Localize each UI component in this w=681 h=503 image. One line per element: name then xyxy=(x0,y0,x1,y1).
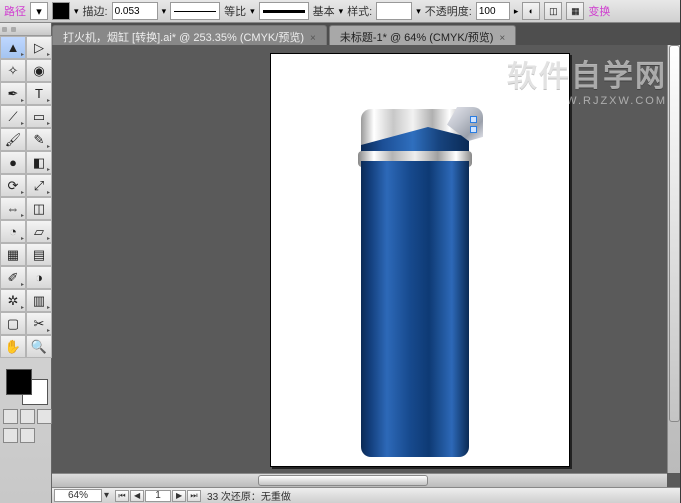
dropdown-icon: ▾ xyxy=(36,5,42,18)
fill-color[interactable] xyxy=(6,369,32,395)
eraser-tool[interactable]: ◧▸ xyxy=(26,151,52,174)
selection-tool[interactable]: ▲▸ xyxy=(0,36,26,59)
mesh-tool[interactable]: ▦ xyxy=(0,243,26,266)
align-button[interactable]: ◫ xyxy=(544,2,562,20)
line-tool[interactable]: ⟋▸ xyxy=(0,105,26,128)
opacity-label: 不透明度: xyxy=(425,3,472,19)
dropdown-icon[interactable]: ▾ xyxy=(162,6,167,17)
document-tab-active[interactable]: 未标题-1* @ 64% (CMYK/预览) × xyxy=(329,25,516,45)
lasso-tool[interactable]: ◉ xyxy=(26,59,52,82)
selection-handles[interactable] xyxy=(470,116,480,126)
blend-tool[interactable]: ◑ xyxy=(26,266,52,289)
paintbrush-tool[interactable]: 🖌 xyxy=(0,128,26,151)
draw-normal[interactable] xyxy=(3,409,18,424)
canvas-area: 软件自学网 WWW.RJZXW.COM xyxy=(52,45,681,487)
history-status: 33 次还原：无重做 xyxy=(207,488,291,503)
document-tab[interactable]: 打火机，烟缸 [转换].ai* @ 253.35% (CMYK/预览) × xyxy=(52,25,327,45)
zoom-tool[interactable]: 🔍 xyxy=(26,335,52,358)
symbol-sprayer-tool[interactable]: ✲▸ xyxy=(0,289,26,312)
status-bar: 64% ▾ ⏮ ◀ 1 ▶ ⏭ 33 次还原：无重做 xyxy=(52,487,681,503)
stroke-weight-input[interactable] xyxy=(112,2,158,20)
eyedropper-tool[interactable]: ✐▸ xyxy=(0,266,26,289)
style-swatch[interactable] xyxy=(376,2,412,20)
shape-builder-tool[interactable]: ◔▸ xyxy=(0,220,26,243)
rectangle-tool[interactable]: ▭▸ xyxy=(26,105,52,128)
dropdown-icon[interactable]: ▾ xyxy=(250,6,255,17)
pen-tool[interactable]: ✒▸ xyxy=(0,82,26,105)
stroke-cap-preview[interactable] xyxy=(170,2,220,20)
path-label: 路径 xyxy=(4,3,26,19)
tools-panel-grip[interactable] xyxy=(0,23,51,36)
hand-tool[interactable]: ✋ xyxy=(0,335,26,358)
draw-inside[interactable] xyxy=(37,409,52,424)
screen-mode-button[interactable] xyxy=(3,428,18,443)
basic-label[interactable]: 基本 xyxy=(313,3,335,19)
screen-modes xyxy=(3,428,51,443)
fill-swatch[interactable]: ▾ xyxy=(30,2,48,20)
stroke-swatch[interactable] xyxy=(52,2,70,20)
style-label: 样式: xyxy=(347,3,372,19)
close-icon[interactable]: × xyxy=(499,33,505,44)
magic-wand-tool[interactable]: ✧ xyxy=(0,59,26,82)
stroke-label: 描边: xyxy=(83,3,108,19)
scrollbar-thumb[interactable] xyxy=(258,475,428,486)
pencil-tool[interactable]: ✎▸ xyxy=(26,128,52,151)
width-tool[interactable]: ⇔▸ xyxy=(0,197,26,220)
brush-preview[interactable] xyxy=(259,2,309,20)
document-tabs: 打火机，烟缸 [转换].ai* @ 253.35% (CMYK/预览) × 未标题… xyxy=(0,23,681,45)
direct-selection-tool[interactable]: ▷▸ xyxy=(26,36,52,59)
dropdown-icon[interactable]: ▾ xyxy=(416,6,421,17)
close-icon[interactable]: × xyxy=(310,33,316,44)
dropdown-icon[interactable]: ▾ xyxy=(104,490,109,501)
graph-tool[interactable]: ▥▸ xyxy=(26,289,52,312)
artboard-tool[interactable]: ▢ xyxy=(0,312,26,335)
nav-next-icon[interactable]: ▶ xyxy=(172,490,186,502)
opacity-input[interactable] xyxy=(476,2,510,20)
artboard-number[interactable]: 1 xyxy=(145,490,171,502)
tab-title: 未标题-1* @ 64% (CMYK/预览) xyxy=(340,32,494,44)
gradient-tool[interactable]: ▤ xyxy=(26,243,52,266)
fill-stroke-well[interactable] xyxy=(4,367,48,405)
tools-panel: ▲▸ ▷▸ ✧ ◉ ✒▸ T▸ ⟋▸ ▭▸ 🖌 ✎▸ ● ◧▸ ⟳▸ ⤢▸ ⇔▸… xyxy=(0,23,52,503)
slice-tool[interactable]: ✂▸ xyxy=(26,312,52,335)
free-transform-tool[interactable]: ◫ xyxy=(26,197,52,220)
control-bar: 路径 ▾ ▾ 描边: ▾ 等比 ▾ 基本 ▾ 样式: ▾ 不透明度: ▸ ◐ ◫… xyxy=(0,0,681,23)
scrollbar-horizontal[interactable] xyxy=(52,473,667,487)
zoom-level[interactable]: 64% xyxy=(54,489,102,502)
transform-label[interactable]: 变换 xyxy=(588,3,610,19)
type-tool[interactable]: T▸ xyxy=(26,82,52,105)
tab-title: 打火机，烟缸 [转换].ai* @ 253.35% (CMYK/预览) xyxy=(63,32,304,44)
screen-mode-button[interactable] xyxy=(20,428,35,443)
lighter-artwork[interactable] xyxy=(361,109,479,469)
rotate-tool[interactable]: ⟳▸ xyxy=(0,174,26,197)
perspective-tool[interactable]: ▱▸ xyxy=(26,220,52,243)
nav-prev-icon[interactable]: ◀ xyxy=(130,490,144,502)
draw-behind[interactable] xyxy=(20,409,35,424)
artboard-nav: ⏮ ◀ 1 ▶ ⏭ xyxy=(115,490,201,502)
scrollbar-vertical[interactable] xyxy=(667,45,681,473)
draw-modes xyxy=(3,409,51,424)
nav-last-icon[interactable]: ⏭ xyxy=(187,490,201,502)
recolor-button[interactable]: ◐ xyxy=(522,2,540,20)
scrollbar-thumb[interactable] xyxy=(669,45,680,422)
blob-brush-tool[interactable]: ● xyxy=(0,151,26,174)
scale-tool[interactable]: ⤢▸ xyxy=(26,174,52,197)
dropdown-icon[interactable]: ▾ xyxy=(74,6,79,17)
lighter-body xyxy=(361,161,469,457)
nav-first-icon[interactable]: ⏮ xyxy=(115,490,129,502)
proportional-label[interactable]: 等比 xyxy=(224,3,246,19)
transform-panel-button[interactable]: ▦ xyxy=(566,2,584,20)
canvas-viewport[interactable]: 软件自学网 WWW.RJZXW.COM xyxy=(52,45,681,487)
dropdown-icon[interactable]: ▾ xyxy=(339,6,344,17)
